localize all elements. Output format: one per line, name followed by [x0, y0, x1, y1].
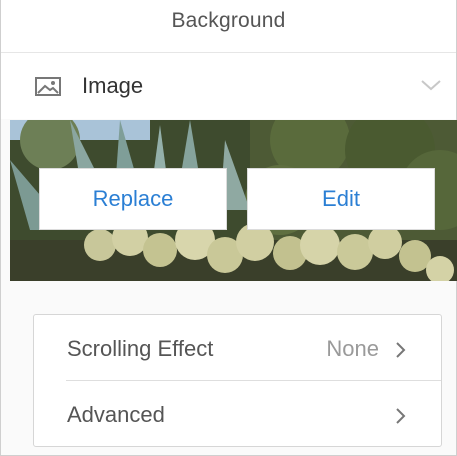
advanced-label: Advanced: [67, 402, 165, 427]
background-settings-list: Scrolling Effect None Advanced: [33, 314, 442, 447]
panel-title: Background: [171, 9, 286, 32]
background-panel: Background Image Replace Edit Scrolling …: [0, 0, 457, 456]
background-image-preview: Replace Edit: [10, 120, 457, 281]
advanced-row[interactable]: Advanced: [34, 381, 441, 447]
image-section-toggle[interactable]: Image: [1, 53, 456, 119]
chevron-right-icon: [396, 408, 406, 424]
scrolling-effect-label: Scrolling Effect: [67, 336, 214, 361]
scrolling-effect-row[interactable]: Scrolling Effect None: [34, 315, 441, 381]
image-icon: [35, 77, 61, 96]
panel-header: Background: [1, 0, 456, 53]
chevron-right-icon: [396, 342, 406, 358]
replace-image-button[interactable]: Replace: [39, 168, 227, 230]
image-section-label: Image: [82, 73, 144, 98]
edit-image-button[interactable]: Edit: [247, 168, 435, 230]
chevron-down-icon[interactable]: [420, 78, 442, 92]
scrolling-effect-value: None: [326, 336, 379, 361]
